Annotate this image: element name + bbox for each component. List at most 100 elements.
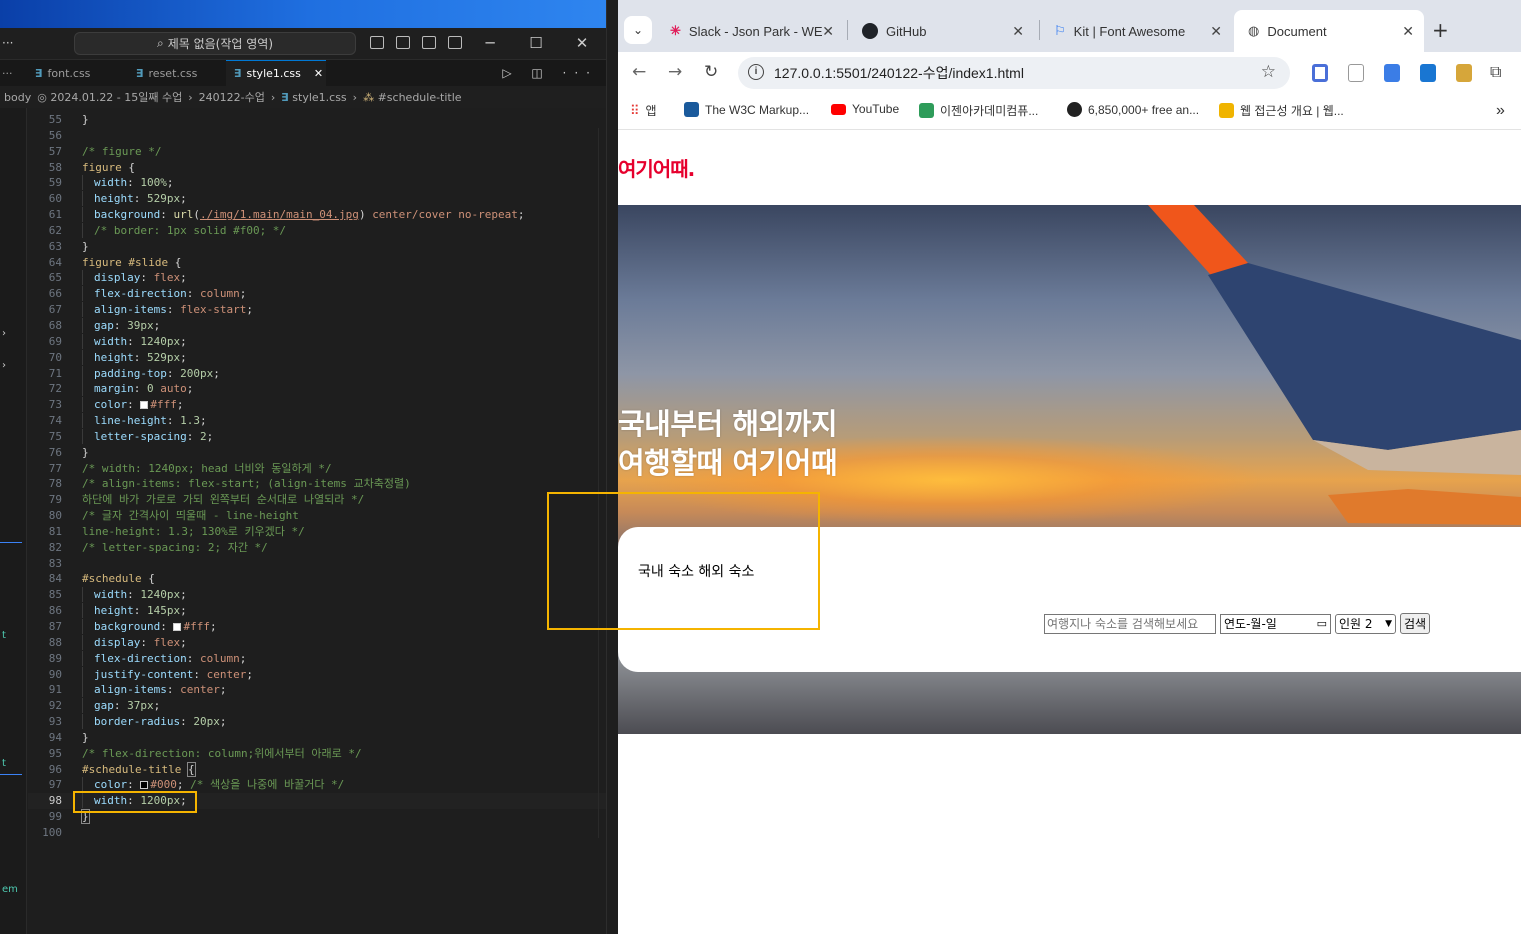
code-line[interactable]: 73 color: #fff; (28, 397, 606, 413)
close-tab-icon[interactable]: ✕ (1402, 23, 1414, 40)
tab-font-css[interactable]: ∃ font.css (27, 60, 124, 86)
close-tab-icon[interactable]: ✕ (1210, 23, 1222, 40)
code-line[interactable]: 84 #schedule { (28, 571, 606, 587)
code-line[interactable]: 86 height: 145px; (28, 603, 606, 619)
tab-slack[interactable]: ✳ Slack - Json Park - WE ✕ (656, 10, 844, 52)
code-line[interactable]: 72 margin: 0 auto; (28, 381, 606, 397)
code-line[interactable]: 69 width: 1240px; (28, 333, 606, 350)
code-line[interactable]: 89 flex-direction: column; (28, 650, 606, 667)
tab-github[interactable]: GitHub ✕ (848, 10, 1034, 52)
extension-icon[interactable] (1348, 64, 1364, 82)
code-line[interactable]: 62 /* border: 1px solid #f00; */ (28, 222, 606, 239)
extension-icon[interactable] (1420, 64, 1436, 82)
overflow-icon[interactable]: ··· (0, 60, 22, 86)
code-line[interactable]: 92 gap: 37px; (28, 698, 606, 714)
extensions-puzzle-icon[interactable]: ⧉ (1490, 62, 1501, 82)
tab-document[interactable]: ◍ Document ✕ (1234, 10, 1424, 52)
code-line[interactable]: 70 height: 529px; (28, 349, 606, 366)
chevron-right-icon[interactable]: › (2, 328, 6, 339)
breadcrumb-item[interactable]: ∃ style1.css (281, 91, 346, 104)
new-tab-button[interactable]: + (1432, 16, 1449, 44)
close-icon[interactable]: ✕ (572, 32, 592, 54)
bookmark-freepik[interactable]: 6,850,000+ free an... (1067, 102, 1199, 117)
code-line[interactable]: 60 height: 529px; (28, 191, 606, 207)
breadcrumb-item[interactable]: ◎ 2024.01.22 - 15일째 수업 (37, 89, 182, 105)
tab-search-button[interactable]: ⌄ (624, 16, 652, 44)
bookmark-youtube[interactable]: YouTube (831, 102, 899, 116)
code-line[interactable]: 81 line-height: 1.3; 130%로 키우겠다 */ (28, 524, 606, 540)
minimize-icon[interactable]: ─ (480, 32, 500, 54)
extension-icon[interactable] (1456, 64, 1472, 82)
code-line[interactable]: 76} (28, 445, 606, 461)
close-tab-icon[interactable]: ✕ (822, 23, 834, 40)
code-line[interactable]: 83 (28, 556, 606, 572)
code-line[interactable]: 63} (28, 239, 606, 255)
address-bar[interactable]: i 127.0.0.1:5501/240122-수업/index1.html ☆ (738, 57, 1290, 89)
date-input[interactable]: 연도-월-일 ▭ (1220, 613, 1331, 634)
code-line[interactable]: 95 /* flex-direction: column;위에서부터 아래로 */ (28, 746, 606, 762)
toggle-secondary-sidebar-icon[interactable] (422, 36, 436, 49)
code-line[interactable]: 67 align-items: flex-start; (28, 302, 606, 318)
search-input[interactable] (1044, 613, 1216, 634)
more-icon[interactable]: ··· (2, 36, 13, 50)
code-line[interactable]: 65 display: flex; (28, 270, 606, 286)
customize-layout-icon[interactable] (448, 36, 462, 49)
bookmark-apps[interactable]: ⠿ 앱 (630, 102, 657, 119)
bookmark-ezen[interactable]: 이젠아카데미컴퓨... (919, 102, 1038, 119)
code-line[interactable]: 64 figure #slide { (28, 255, 606, 271)
code-line[interactable]: 100 (28, 825, 606, 841)
code-line[interactable]: 75 letter-spacing: 2; (28, 428, 606, 445)
code-line[interactable]: 91 align-items: center; (28, 682, 606, 698)
code-line[interactable]: 57 /* figure */ (28, 144, 606, 160)
code-line[interactable]: 74 line-height: 1.3; (28, 413, 606, 429)
bookmark-star-icon[interactable]: ☆ (1261, 62, 1276, 82)
code-line[interactable]: 93 border-radius: 20px; (28, 714, 606, 730)
breadcrumb-item[interactable]: body (4, 91, 31, 104)
code-line[interactable]: 96 #schedule-title { (28, 761, 606, 778)
bookmark-web-accessibility[interactable]: 웹 접근성 개요 | 웹... (1219, 102, 1344, 119)
close-tab-icon[interactable]: ✕ (1012, 23, 1024, 40)
back-icon[interactable]: ← (632, 62, 646, 82)
code-line[interactable]: 94} (28, 730, 606, 746)
maximize-icon[interactable]: ☐ (526, 32, 546, 54)
code-line[interactable]: 80 /* 글자 간격사이 띄울때 - line-height (28, 508, 606, 524)
code-line[interactable]: 79 하단에 바가 가로로 가되 왼쪽부터 순서대로 나열되라 */ (28, 492, 606, 508)
bookmark-w3c[interactable]: The W3C Markup... (684, 102, 809, 117)
toggle-sidebar-icon[interactable] (370, 36, 384, 49)
scrollbar[interactable] (598, 128, 606, 838)
code-line[interactable]: 77 /* width: 1240px; head 너비와 동일하게 */ (28, 461, 606, 477)
tab-style1-css[interactable]: ∃ style1.css ✕ (226, 60, 326, 86)
chevron-right-icon[interactable]: › (2, 360, 6, 371)
forward-icon[interactable]: → (668, 62, 682, 82)
code-line[interactable]: 88 display: flex; (28, 634, 606, 651)
code-line[interactable]: 71 padding-top: 200px; (28, 365, 606, 382)
breadcrumb-item[interactable]: 240122-수업 (199, 89, 265, 105)
tab-font-awesome[interactable]: ⚐ Kit | Font Awesome ✕ (1040, 10, 1232, 52)
close-tab-icon[interactable]: ✕ (314, 67, 323, 80)
code-line[interactable]: 58 figure { (28, 160, 606, 176)
toggle-panel-icon[interactable] (396, 36, 410, 49)
code-line[interactable]: 66 flex-direction: column; (28, 286, 606, 302)
code-line[interactable]: 82 /* letter-spacing: 2; 자간 */ (28, 540, 606, 556)
site-logo[interactable]: 여기어때. (618, 153, 695, 182)
code-line[interactable]: 87 background: #fff; (28, 619, 606, 635)
code-line[interactable]: 61 background: url(./img/1.main/main_04.j… (28, 207, 606, 223)
code-line[interactable]: 55} (28, 112, 606, 128)
code-line[interactable]: 85 width: 1240px; (28, 587, 606, 603)
code-line[interactable]: 78 /* align-items: flex-start; (align-ite… (28, 476, 606, 492)
more-bookmarks-icon[interactable]: » (1496, 102, 1505, 120)
extension-icon[interactable] (1312, 64, 1328, 82)
editor-actions[interactable]: ▷ ◫ ··· (502, 66, 598, 80)
code-line[interactable]: 56 (28, 128, 606, 144)
reload-icon[interactable]: ↻ (704, 62, 718, 82)
code-line[interactable]: 68 gap: 39px; (28, 317, 606, 334)
command-center[interactable]: ⌕ 제목 없음(작업 영역) (74, 32, 356, 55)
people-select[interactable]: 인원 2 ▼ (1335, 613, 1396, 634)
code-line[interactable]: 90 justify-content: center; (28, 666, 606, 683)
breadcrumb-item[interactable]: ⁂ #schedule-title (363, 91, 462, 104)
tab-reset-css[interactable]: ∃ reset.css (128, 60, 223, 86)
extension-icon[interactable] (1384, 64, 1400, 82)
code-line[interactable]: 59 width: 100%; (28, 175, 606, 191)
search-button[interactable]: 검색 (1400, 613, 1430, 634)
site-info-icon[interactable]: i (748, 64, 764, 80)
